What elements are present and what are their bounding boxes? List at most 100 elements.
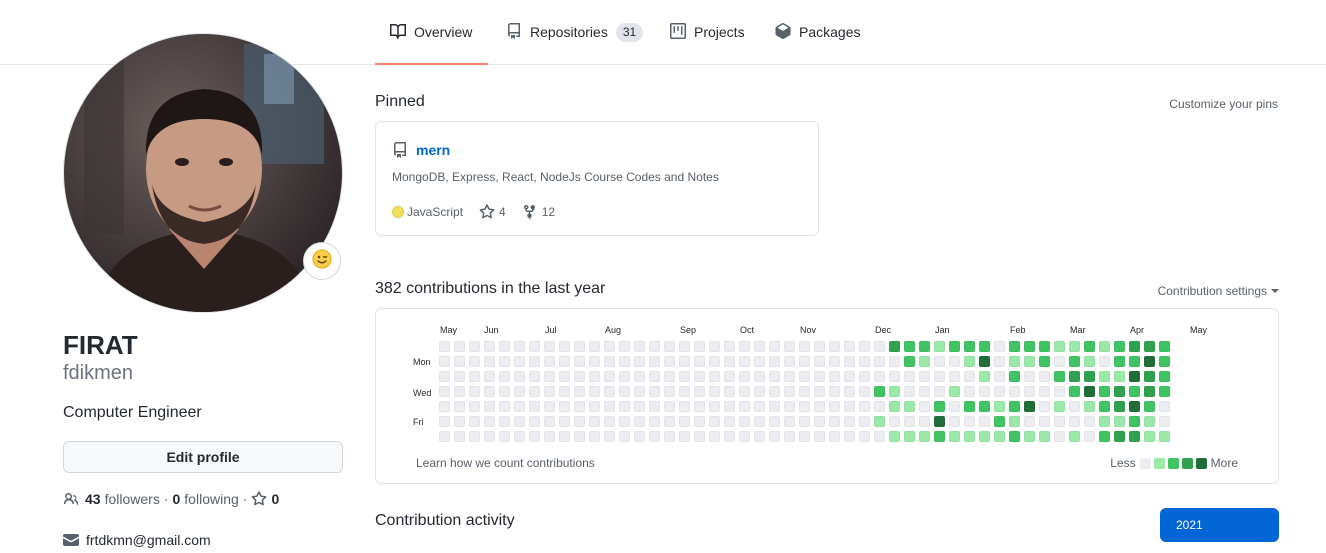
contribution-day-cell[interactable]	[1054, 371, 1065, 382]
contribution-day-cell[interactable]	[844, 341, 855, 352]
contribution-day-cell[interactable]	[964, 416, 975, 427]
contribution-day-cell[interactable]	[769, 371, 780, 382]
contribution-day-cell[interactable]	[1099, 356, 1110, 367]
contribution-day-cell[interactable]	[934, 431, 945, 442]
contribution-day-cell[interactable]	[949, 356, 960, 367]
contribution-day-cell[interactable]	[919, 431, 930, 442]
tab-repositories[interactable]: Repositories 31	[506, 0, 644, 64]
contribution-day-cell[interactable]	[454, 431, 465, 442]
contribution-day-cell[interactable]	[454, 371, 465, 382]
contribution-day-cell[interactable]	[979, 356, 990, 367]
contribution-day-cell[interactable]	[964, 371, 975, 382]
contribution-day-cell[interactable]	[439, 341, 450, 352]
contribution-day-cell[interactable]	[1144, 386, 1155, 397]
contribution-day-cell[interactable]	[694, 356, 705, 367]
contribution-day-cell[interactable]	[1159, 341, 1170, 352]
contribution-day-cell[interactable]	[649, 416, 660, 427]
contribution-day-cell[interactable]	[1144, 356, 1155, 367]
contribution-day-cell[interactable]	[589, 356, 600, 367]
contribution-day-cell[interactable]	[784, 371, 795, 382]
contribution-day-cell[interactable]	[1069, 386, 1080, 397]
contribution-day-cell[interactable]	[574, 416, 585, 427]
contribution-day-cell[interactable]	[1099, 416, 1110, 427]
contribution-day-cell[interactable]	[1039, 431, 1050, 442]
contribution-day-cell[interactable]	[724, 401, 735, 412]
contribution-day-cell[interactable]	[949, 341, 960, 352]
contribution-day-cell[interactable]	[799, 401, 810, 412]
contribution-day-cell[interactable]	[1084, 416, 1095, 427]
contribution-day-cell[interactable]	[1024, 431, 1035, 442]
contribution-day-cell[interactable]	[1144, 341, 1155, 352]
contribution-day-cell[interactable]	[469, 431, 480, 442]
contribution-day-cell[interactable]	[1069, 431, 1080, 442]
contribution-day-cell[interactable]	[514, 356, 525, 367]
contribution-day-cell[interactable]	[649, 371, 660, 382]
contribution-day-cell[interactable]	[619, 416, 630, 427]
contribution-day-cell[interactable]	[979, 341, 990, 352]
contribution-day-cell[interactable]	[949, 431, 960, 442]
contribution-day-cell[interactable]	[799, 386, 810, 397]
contribution-day-cell[interactable]	[859, 371, 870, 382]
contribution-day-cell[interactable]	[469, 371, 480, 382]
contribution-day-cell[interactable]	[889, 386, 900, 397]
contribution-day-cell[interactable]	[784, 431, 795, 442]
contribution-day-cell[interactable]	[1054, 356, 1065, 367]
contribution-day-cell[interactable]	[904, 431, 915, 442]
contribution-day-cell[interactable]	[769, 416, 780, 427]
contribution-day-cell[interactable]	[799, 356, 810, 367]
contribution-day-cell[interactable]	[1099, 431, 1110, 442]
contribution-day-cell[interactable]	[859, 431, 870, 442]
contribution-day-cell[interactable]	[619, 371, 630, 382]
contribution-day-cell[interactable]	[889, 401, 900, 412]
contribution-day-cell[interactable]	[469, 401, 480, 412]
contribution-day-cell[interactable]	[679, 371, 690, 382]
contribution-day-cell[interactable]	[874, 416, 885, 427]
contribution-day-cell[interactable]	[889, 431, 900, 442]
contribution-day-cell[interactable]	[1039, 356, 1050, 367]
contribution-day-cell[interactable]	[454, 341, 465, 352]
contribution-day-cell[interactable]	[964, 431, 975, 442]
contribution-day-cell[interactable]	[769, 356, 780, 367]
contribution-day-cell[interactable]	[1009, 341, 1020, 352]
contribution-day-cell[interactable]	[1114, 401, 1125, 412]
contribution-day-cell[interactable]	[1129, 386, 1140, 397]
contribution-day-cell[interactable]	[934, 401, 945, 412]
contribution-day-cell[interactable]	[649, 431, 660, 442]
contribution-day-cell[interactable]	[814, 431, 825, 442]
contribution-day-cell[interactable]	[769, 341, 780, 352]
contribution-day-cell[interactable]	[739, 371, 750, 382]
contribution-day-cell[interactable]	[1009, 371, 1020, 382]
contribution-day-cell[interactable]	[904, 341, 915, 352]
contribution-day-cell[interactable]	[994, 341, 1005, 352]
contribution-day-cell[interactable]	[1144, 431, 1155, 442]
contribution-day-cell[interactable]	[679, 431, 690, 442]
contribution-day-cell[interactable]	[439, 431, 450, 442]
contribution-day-cell[interactable]	[844, 401, 855, 412]
contribution-day-cell[interactable]	[799, 371, 810, 382]
customize-pins-link[interactable]: Customize your pins	[1169, 97, 1278, 111]
contribution-day-cell[interactable]	[1084, 386, 1095, 397]
contribution-day-cell[interactable]	[1054, 416, 1065, 427]
contribution-day-cell[interactable]	[559, 416, 570, 427]
contribution-day-cell[interactable]	[1084, 431, 1095, 442]
contribution-day-cell[interactable]	[439, 371, 450, 382]
contribution-day-cell[interactable]	[694, 401, 705, 412]
contribution-day-cell[interactable]	[829, 341, 840, 352]
tab-packages[interactable]: Packages	[775, 0, 860, 64]
contribution-day-cell[interactable]	[529, 386, 540, 397]
contribution-day-cell[interactable]	[739, 341, 750, 352]
repo-stars-link[interactable]: 4	[479, 204, 506, 220]
contribution-day-cell[interactable]	[1084, 401, 1095, 412]
contribution-day-cell[interactable]	[1009, 416, 1020, 427]
contribution-day-cell[interactable]	[544, 401, 555, 412]
contribution-day-cell[interactable]	[664, 431, 675, 442]
contribution-day-cell[interactable]	[529, 401, 540, 412]
contribution-day-cell[interactable]	[589, 341, 600, 352]
contribution-day-cell[interactable]	[604, 371, 615, 382]
contribution-day-cell[interactable]	[469, 416, 480, 427]
contribution-day-cell[interactable]	[964, 356, 975, 367]
contribution-day-cell[interactable]	[1069, 371, 1080, 382]
contribution-day-cell[interactable]	[754, 371, 765, 382]
contribution-day-cell[interactable]	[1144, 371, 1155, 382]
contribution-day-cell[interactable]	[664, 386, 675, 397]
